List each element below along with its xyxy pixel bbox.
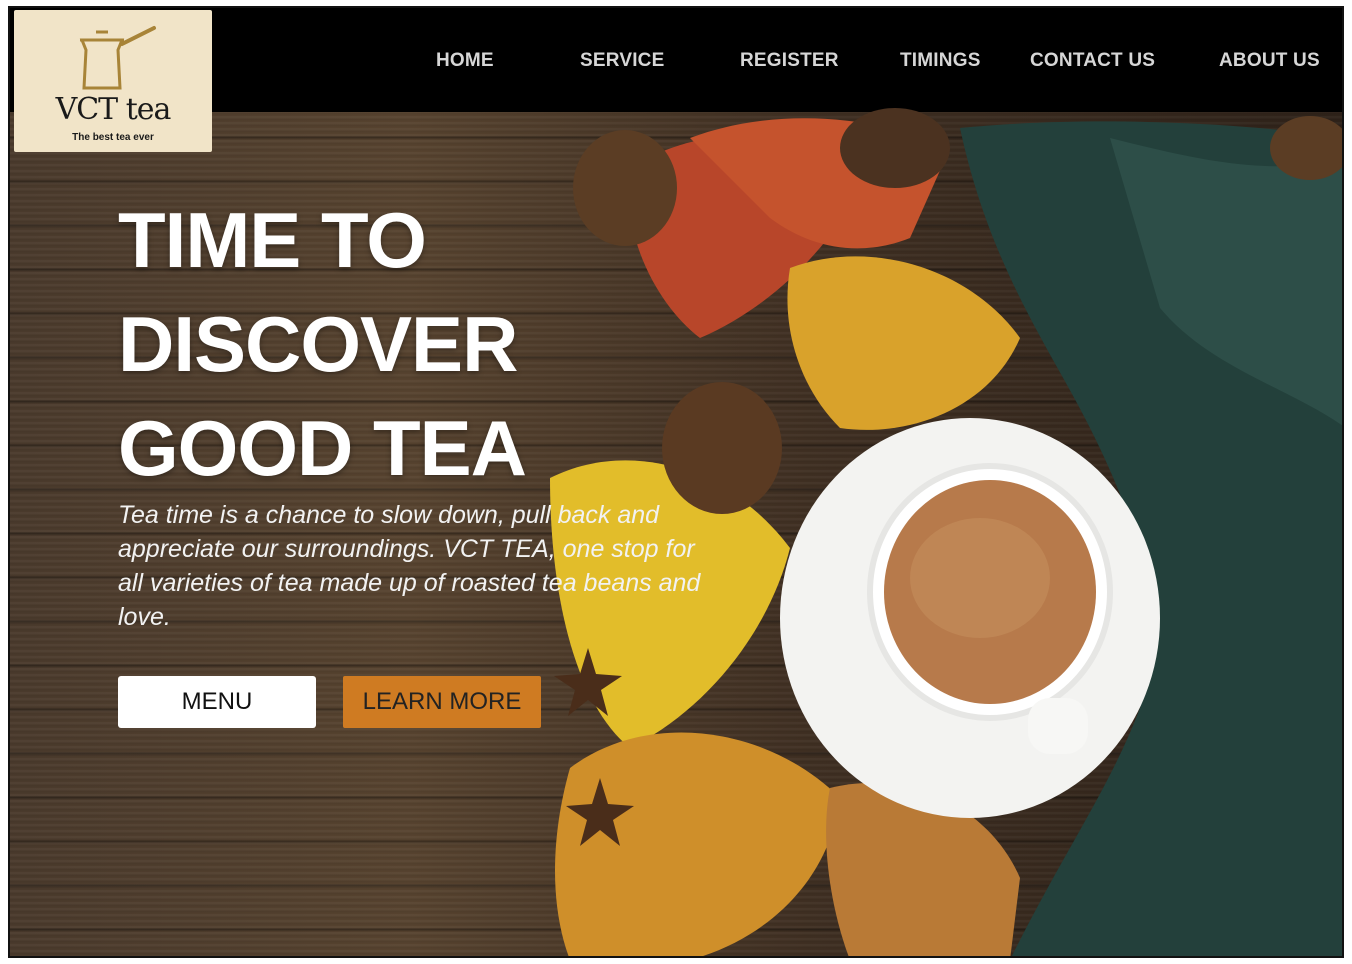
pine-cone-3	[840, 108, 950, 188]
learn-more-button[interactable]: LEARN MORE	[343, 676, 541, 728]
brand-tagline: The best tea ever	[72, 132, 154, 143]
brand-logo[interactable]: VCT tea The best tea ever	[14, 10, 212, 152]
maple-leaf-bottom	[555, 732, 840, 956]
menu-button[interactable]: MENU	[118, 676, 316, 728]
hero-description: Tea time is a chance to slow down, pull …	[118, 501, 701, 631]
teapot-icon	[79, 26, 156, 90]
page-frame: HOME SERVICE REGISTER TIMINGS CONTACT US…	[8, 6, 1344, 958]
maple-leaf-gold	[787, 256, 1020, 430]
brand-name: VCT tea	[55, 92, 172, 127]
headline-line-3: GOOD TEA	[118, 404, 527, 492]
cup-handle	[1028, 698, 1088, 754]
pine-cone-1	[573, 130, 677, 246]
hero-headline: TIME TO DISCOVER GOOD TEA	[118, 188, 527, 500]
headline-line-2: DISCOVER	[118, 300, 518, 388]
headline-line-1: TIME TO	[118, 196, 427, 284]
pine-cone-2	[662, 382, 782, 514]
coffee-foam	[910, 518, 1050, 638]
